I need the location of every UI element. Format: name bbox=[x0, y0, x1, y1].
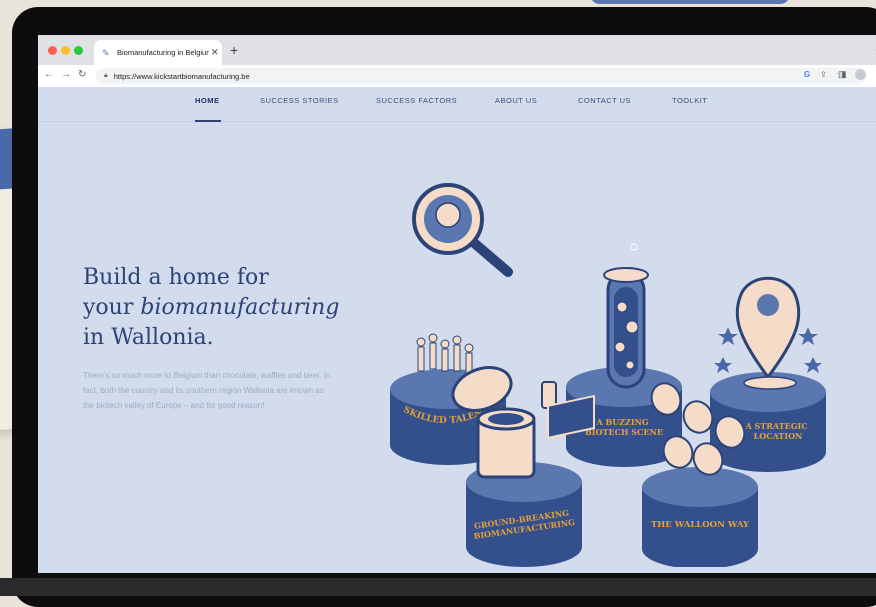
back-arrow-icon[interactable]: ← bbox=[44, 69, 54, 80]
nav-success-stories[interactable]: SUCCESS STORIES bbox=[260, 96, 339, 105]
nav-home[interactable]: HOME bbox=[195, 96, 220, 105]
google-icon[interactable]: G bbox=[804, 70, 810, 79]
pillar-label-location-line1: A STRATEGIC bbox=[745, 421, 808, 431]
hero-title-line-3: in Wallonia. bbox=[83, 325, 214, 350]
hero-title-emphasis: biomanufacturing bbox=[140, 295, 340, 320]
browser-tab[interactable]: ✎ Biomanufacturing in Belgium ✕ bbox=[94, 40, 222, 65]
pillar-label-location-line2: LOCATION bbox=[754, 431, 803, 441]
nav-about-us[interactable]: ABOUT US bbox=[495, 96, 537, 105]
address-bar[interactable]: 🔒︎ https://www.kickstartbiomanufacturing… bbox=[96, 68, 866, 84]
new-tab-icon[interactable]: + bbox=[230, 42, 238, 58]
tab-title: Biomanufacturing in Belgium bbox=[117, 48, 209, 57]
browser-toolbar: ← → ↻ 🔒︎ https://www.kickstartbiomanufac… bbox=[38, 65, 876, 88]
site-navigation: HOME SUCCESS STORIES SUCCESS FACTORS ABO… bbox=[38, 87, 876, 122]
laptop-frame: ✎ Biomanufacturing in Belgium ✕ + ⌄ ← → … bbox=[12, 7, 876, 607]
reload-icon[interactable]: ↻ bbox=[78, 69, 86, 80]
pillar-label-biotech-line2: BIOTECH SCENE bbox=[585, 427, 663, 437]
maximize-window-button[interactable] bbox=[74, 46, 83, 55]
share-icon[interactable]: ⇪ bbox=[820, 70, 827, 79]
nav-toolkit[interactable]: TOOLKIT bbox=[672, 96, 707, 105]
pillar-biotech-scene[interactable]: A BUZZING BIOTECH SCENE bbox=[566, 243, 682, 467]
url-text: https://www.kickstartbiomanufacturing.be bbox=[113, 71, 250, 81]
sidebar-toggle-icon[interactable]: ◨ bbox=[838, 69, 847, 80]
lock-icon: 🔒︎ bbox=[104, 72, 108, 79]
pillar-label-walloon-way: THE WALLOON WAY bbox=[651, 520, 750, 530]
svg-text:A BUZZING BIOTECH: A BUZZING BIOTECH SCENE bbox=[585, 417, 663, 437]
website: HOME SUCCESS STORIES SUCCESS FACTORS ABO… bbox=[38, 87, 876, 573]
nav-contact-us[interactable]: CONTACT US bbox=[578, 96, 631, 105]
forward-arrow-icon[interactable]: → bbox=[61, 69, 71, 80]
browser-tab-bar: ✎ Biomanufacturing in Belgium ✕ + ⌄ bbox=[38, 35, 876, 65]
hero-description: There's so much more to Belgium than cho… bbox=[83, 371, 331, 410]
hero-title-line-1: Build a home for bbox=[83, 265, 269, 290]
close-window-button[interactable] bbox=[48, 46, 57, 55]
close-tab-icon[interactable]: ✕ bbox=[211, 47, 219, 58]
nav-success-factors[interactable]: SUCCESS FACTORS bbox=[376, 96, 457, 105]
hero-title: Build a home for your biomanufacturing i… bbox=[83, 263, 403, 353]
laptop-bottom-bezel bbox=[0, 578, 876, 596]
svg-text:THE WALLOON WAY: THE WALLOON WAY bbox=[651, 520, 750, 530]
laptop-screen: ✎ Biomanufacturing in Belgium ✕ + ⌄ ← → … bbox=[38, 35, 876, 573]
hero-title-line-2: your bbox=[83, 295, 141, 320]
svg-text:A STRATEGIC LOCATI: A STRATEGIC LOCATION bbox=[745, 421, 811, 441]
background-blue-shape bbox=[590, 0, 790, 4]
active-nav-indicator bbox=[195, 120, 221, 122]
hero-illustration: SKILLED TALENT bbox=[390, 183, 826, 567]
minimize-window-button[interactable] bbox=[61, 46, 70, 55]
pillar-label-biotech-line1: A BUZZING bbox=[595, 417, 648, 427]
favicon-icon: ✎ bbox=[102, 47, 110, 58]
profile-avatar-icon[interactable] bbox=[854, 69, 866, 80]
